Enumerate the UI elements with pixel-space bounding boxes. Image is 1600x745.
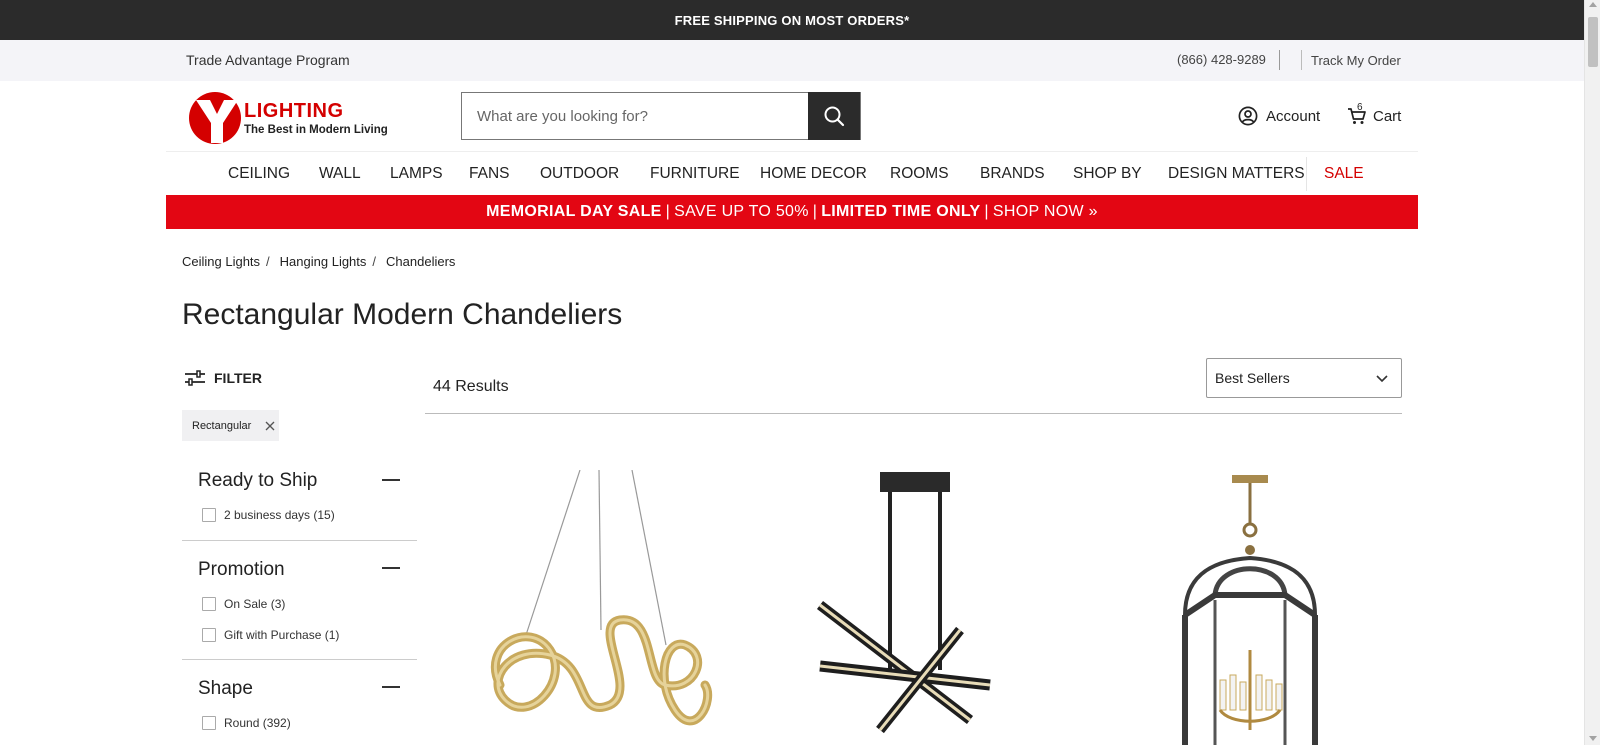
filter-heading: FILTER bbox=[214, 370, 262, 386]
facet-option-label: 2 business days (15) bbox=[224, 508, 335, 522]
search-icon bbox=[824, 106, 845, 127]
active-filter-chip[interactable]: Rectangular bbox=[182, 410, 279, 441]
breadcrumb-separator: / bbox=[266, 254, 270, 269]
facet-title[interactable]: Shape bbox=[198, 678, 253, 700]
nav-item-furniture[interactable]: FURNITURE bbox=[650, 165, 740, 183]
facet-title[interactable]: Ready to Ship bbox=[198, 470, 317, 492]
nav-item-shop-by[interactable]: SHOP BY bbox=[1073, 165, 1142, 183]
sort-selected-value: Best Sellers bbox=[1215, 370, 1290, 386]
collapse-minus-icon[interactable] bbox=[382, 479, 400, 481]
sale-banner-separator: | bbox=[665, 203, 671, 220]
sale-banner-limited: LIMITED TIME ONLY bbox=[821, 203, 981, 220]
sale-banner-separator: | bbox=[984, 203, 989, 220]
page: FREE SHIPPING ON MOST ORDERS* Trade Adva… bbox=[0, 0, 1600, 745]
sort-dropdown[interactable]: Best Sellers bbox=[1206, 358, 1402, 398]
promo-text[interactable]: FREE SHIPPING ON MOST ORDERS* bbox=[675, 13, 910, 28]
cart-icon-wrap: 6 bbox=[1347, 102, 1367, 126]
nav-item-fans[interactable]: FANS bbox=[469, 165, 509, 183]
checkbox[interactable] bbox=[202, 716, 216, 730]
facet-option[interactable]: On Sale (3) bbox=[202, 597, 285, 611]
facet-option[interactable]: 2 business days (15) bbox=[202, 508, 335, 522]
user-circle-icon bbox=[1238, 106, 1258, 126]
logo-mark-icon bbox=[189, 92, 241, 144]
sale-banner-offer: SAVE UP TO 50% bbox=[674, 203, 809, 220]
collapse-minus-icon[interactable] bbox=[382, 567, 400, 569]
divider bbox=[1279, 50, 1280, 70]
page-title: Rectangular Modern Chandeliers bbox=[182, 298, 623, 331]
sale-banner-separator: | bbox=[812, 203, 818, 220]
sale-banner-cta[interactable]: SHOP NOW » bbox=[993, 203, 1098, 221]
product-image[interactable] bbox=[470, 470, 730, 745]
breadcrumb-item[interactable]: Ceiling Lights bbox=[182, 254, 260, 269]
account-label: Account bbox=[1266, 107, 1321, 125]
nav-item-rooms[interactable]: ROOMS bbox=[890, 165, 949, 183]
divider bbox=[1301, 50, 1302, 70]
main-nav: CEILING WALL LAMPS FANS OUTDOOR FURNITUR… bbox=[166, 151, 1418, 195]
sale-banner[interactable]: MEMORIAL DAY SALE | SAVE UP TO 50% | LIM… bbox=[166, 195, 1418, 229]
filter-toggle[interactable]: FILTER bbox=[184, 370, 262, 386]
close-icon[interactable] bbox=[265, 421, 275, 431]
facet-option-label: Gift with Purchase (1) bbox=[224, 628, 340, 642]
facet-divider bbox=[182, 540, 417, 541]
track-order-link[interactable]: Track My Order bbox=[1311, 53, 1401, 68]
facet-option[interactable]: Round (392) bbox=[202, 716, 291, 730]
cart-label: Cart bbox=[1373, 107, 1402, 125]
facet-option-label: Round (392) bbox=[224, 716, 291, 730]
sliders-icon bbox=[185, 370, 205, 386]
breadcrumb-separator: / bbox=[372, 254, 377, 269]
checkbox[interactable] bbox=[202, 508, 216, 522]
nav-item-ceiling[interactable]: CEILING bbox=[228, 165, 290, 183]
facet-divider bbox=[182, 659, 417, 660]
trade-program-link[interactable]: Trade Advantage Program bbox=[186, 52, 350, 68]
chevron-down-icon bbox=[1376, 375, 1388, 383]
scroll-thumb[interactable] bbox=[1588, 17, 1598, 67]
scroll-up-arrow-icon[interactable] bbox=[1589, 2, 1597, 7]
nav-item-brands[interactable]: BRANDS bbox=[980, 165, 1045, 183]
site-logo[interactable]: LIGHTING The Best in Modern Living bbox=[188, 90, 388, 144]
collapse-minus-icon[interactable] bbox=[382, 686, 400, 688]
product-card[interactable] bbox=[810, 470, 1070, 745]
nav-item-outdoor[interactable]: OUTDOOR bbox=[540, 165, 619, 183]
logo-wordmark: LIGHTING bbox=[244, 100, 344, 122]
search-input[interactable] bbox=[462, 93, 810, 139]
product-image[interactable] bbox=[1170, 470, 1330, 745]
nav-item-home-decor[interactable]: HOME DECOR bbox=[760, 165, 867, 183]
checkbox[interactable] bbox=[202, 597, 216, 611]
phone-link[interactable]: (866) 428-9289 bbox=[1177, 52, 1266, 67]
nav-item-lamps[interactable]: LAMPS bbox=[390, 165, 443, 183]
product-card[interactable] bbox=[1170, 470, 1430, 745]
logo-tagline: The Best in Modern Living bbox=[244, 124, 388, 136]
cart-count-badge: 6 bbox=[1357, 102, 1363, 113]
utility-bar: Trade Advantage Program (866) 428-9289 T… bbox=[0, 40, 1584, 81]
facet-title[interactable]: Promotion bbox=[198, 559, 285, 581]
sale-banner-title: MEMORIAL DAY SALE bbox=[486, 203, 662, 220]
breadcrumb-current: Chandeliers bbox=[386, 254, 456, 269]
breadcrumb: Ceiling Lights / Hanging Lights / Chande… bbox=[182, 254, 455, 269]
chip-label: Rectangular bbox=[192, 419, 252, 432]
scroll-down-arrow-icon[interactable] bbox=[1589, 736, 1597, 741]
nav-item-sale[interactable]: SALE bbox=[1324, 165, 1364, 183]
nav-divider bbox=[1306, 157, 1307, 191]
product-image[interactable] bbox=[810, 470, 1070, 745]
account-link[interactable]: Account bbox=[1238, 106, 1320, 126]
breadcrumb-item[interactable]: Hanging Lights bbox=[280, 254, 367, 269]
scrollbar[interactable] bbox=[1584, 0, 1600, 745]
facet-option[interactable]: Gift with Purchase (1) bbox=[202, 628, 339, 642]
results-divider bbox=[425, 413, 1402, 414]
search-button[interactable] bbox=[808, 92, 860, 140]
product-card[interactable] bbox=[470, 470, 730, 745]
nav-item-design-matters[interactable]: DESIGN MATTERS bbox=[1168, 165, 1305, 183]
checkbox[interactable] bbox=[202, 628, 216, 642]
cart-link[interactable]: 6 Cart bbox=[1347, 102, 1402, 126]
results-count: 44 Results bbox=[433, 378, 509, 395]
search-bar bbox=[461, 92, 861, 140]
promo-bar[interactable]: FREE SHIPPING ON MOST ORDERS* bbox=[0, 0, 1584, 40]
facet-option-label: On Sale (3) bbox=[224, 597, 286, 611]
nav-item-wall[interactable]: WALL bbox=[319, 165, 361, 183]
